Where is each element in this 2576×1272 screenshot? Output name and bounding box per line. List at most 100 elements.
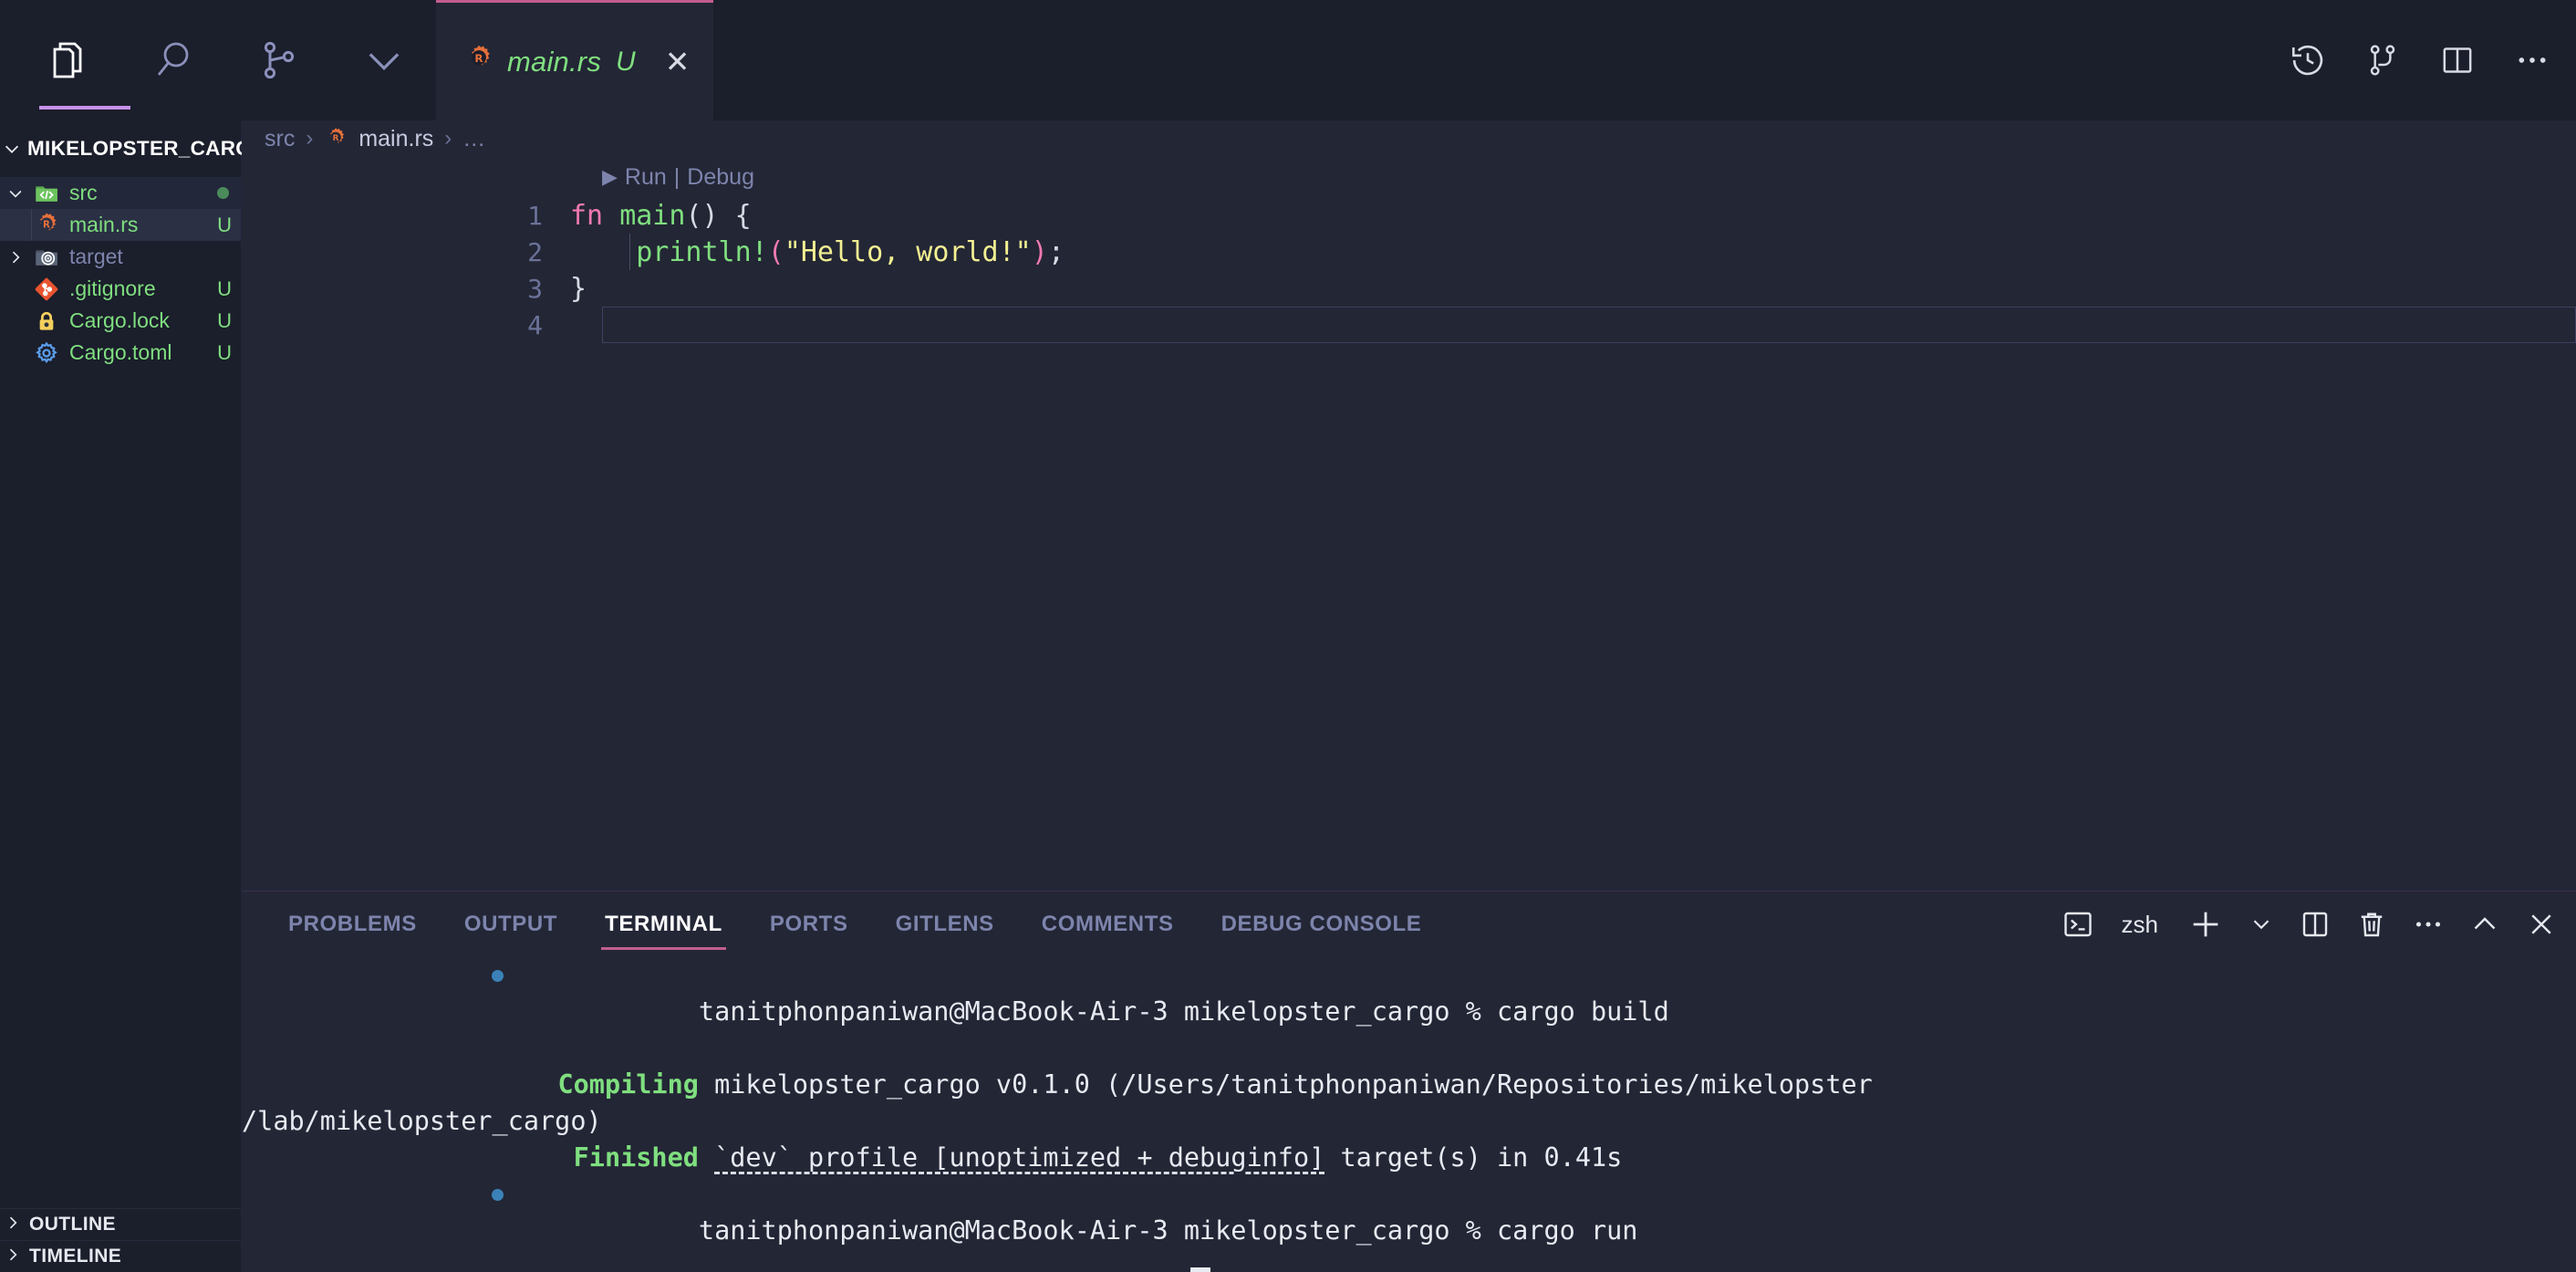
panel-tab-ports[interactable]: PORTS xyxy=(746,891,872,957)
breadcrumb-item-overflow[interactable]: … xyxy=(462,126,485,152)
terminal-icon[interactable] xyxy=(2062,908,2094,941)
editor-tab-dirty-badge: U xyxy=(616,46,636,77)
panel-tab-terminal[interactable]: TERMINAL xyxy=(581,891,746,957)
tree-item-label: Cargo.lock xyxy=(69,308,170,332)
panel-tab-output[interactable]: OUTPUT xyxy=(441,891,581,957)
panel-toolbar: zsh xyxy=(2062,906,2576,943)
bottom-panel: PROBLEMS OUTPUT TERMINAL PORTS GITLENS C… xyxy=(242,891,2576,1272)
terminal-shell-name: zsh xyxy=(2121,910,2158,938)
split-editor-icon[interactable] xyxy=(2436,38,2479,82)
terminal-output[interactable]: tanitphonpaniwan@MacBook-Air-3 mikelopst… xyxy=(242,957,2576,1272)
command-marker-icon xyxy=(492,970,504,982)
sidebar-sections: OUTLINE TIMELINE xyxy=(0,1208,241,1272)
trash-icon[interactable] xyxy=(2355,908,2388,941)
terminal-text: mikelopster_cargo v0.1.0 (/Users/tanitph… xyxy=(698,1069,1873,1100)
svg-text:R: R xyxy=(333,134,339,143)
activity-item-source-control[interactable] xyxy=(226,0,331,120)
command-marker-icon xyxy=(492,1189,504,1201)
timeline-history-icon[interactable] xyxy=(2286,38,2330,82)
tree-item-src[interactable]: src xyxy=(0,177,241,209)
workbench-body: MIKELOPSTER_CARGO src R main.rs U target… xyxy=(0,120,2576,1272)
panel-tab-gitlens[interactable]: GITLENS xyxy=(872,891,1018,957)
rust-icon: R xyxy=(463,44,494,79)
editor-tab-main-rs[interactable]: R main.rs U ✕ xyxy=(436,0,714,120)
code-lines[interactable]: 1 fn main() { 2 println!("Hello, world!"… xyxy=(242,197,2576,343)
sidebar-section-label: TIMELINE xyxy=(29,1246,122,1267)
panel-tab-debug-console[interactable]: DEBUG CONSOLE xyxy=(1198,891,1446,957)
tree-item-status: U xyxy=(217,308,232,332)
svg-text:R: R xyxy=(43,219,50,230)
editor-tab-label: main.rs xyxy=(507,45,602,78)
source-control-graph-icon[interactable] xyxy=(2361,38,2405,82)
terminal-text: /lab/mikelopster_cargo) xyxy=(242,1106,602,1136)
top-row: R main.rs U ✕ xyxy=(0,0,2576,120)
terminal-profile: `dev` profile [unoptimized + debuginfo] xyxy=(714,1142,1325,1173)
terminal-status: Compiling xyxy=(557,1069,699,1100)
terminal-line: tanitphonpaniwan@MacBook-Air-3 mikelopst… xyxy=(492,957,2576,1067)
tree-item-label: .gitignore xyxy=(69,276,156,300)
tree-item-gitignore[interactable]: .gitignore U xyxy=(0,273,241,305)
code-text: } xyxy=(570,272,587,305)
code-line-current[interactable]: 4 xyxy=(242,307,2576,343)
terminal-line: /lab/mikelopster_cargo) xyxy=(242,1103,2576,1140)
line-number: 3 xyxy=(527,273,543,304)
chevron-down-icon[interactable] xyxy=(2248,911,2275,938)
folder-src-icon xyxy=(31,181,62,206)
chevron-down-icon[interactable] xyxy=(0,184,31,203)
tree-item-label: src xyxy=(69,181,98,204)
code-text: println!("Hello, world!"); xyxy=(636,235,1065,268)
activity-item-search[interactable] xyxy=(121,0,226,120)
terminal-line: Finished `dev` profile [unoptimized + de… xyxy=(511,1140,2576,1176)
code-line[interactable]: 1 fn main() { xyxy=(242,197,2576,234)
tree-item-cargo-toml[interactable]: Cargo.toml U xyxy=(0,337,241,369)
tree-item-status: U xyxy=(217,213,232,236)
panel-tab-problems[interactable]: PROBLEMS xyxy=(265,891,441,957)
tree-item-target[interactable]: target xyxy=(0,241,241,273)
new-terminal-icon[interactable] xyxy=(2187,906,2224,943)
sidebar-section-label: OUTLINE xyxy=(29,1214,116,1235)
close-icon[interactable]: ✕ xyxy=(665,47,691,77)
vscode-window: R main.rs U ✕ MIKELOPSTER_CARGO src R ma… xyxy=(0,0,2576,1272)
explorer-sidebar: MIKELOPSTER_CARGO src R main.rs U target… xyxy=(0,120,268,1272)
tree-item-label: target xyxy=(69,245,123,268)
more-actions-icon[interactable] xyxy=(2510,38,2554,82)
explorer-folder-header[interactable]: MIKELOPSTER_CARGO xyxy=(0,120,268,177)
codelens-divider: | xyxy=(673,163,680,190)
activity-item-explorer[interactable] xyxy=(16,0,130,120)
activity-item-more-views[interactable] xyxy=(331,0,436,120)
git-status-dot xyxy=(217,187,229,199)
panel-tab-comments[interactable]: COMMENTS xyxy=(1018,891,1198,957)
terminal-text: tanitphonpaniwan@MacBook-Air-3 mikelopst… xyxy=(698,1215,1638,1246)
sidebar-section-outline[interactable]: OUTLINE xyxy=(0,1208,241,1240)
tree-item-cargo-lock[interactable]: Cargo.lock U xyxy=(0,305,241,337)
codelens-run-link[interactable]: Run xyxy=(625,164,667,191)
indent-guide xyxy=(31,209,32,241)
chevron-up-icon[interactable] xyxy=(2468,908,2501,941)
tree-item-status: U xyxy=(217,276,232,300)
play-icon[interactable]: ▶ xyxy=(602,165,618,189)
terminal-text: target(s) in 0.41s xyxy=(1324,1142,1623,1173)
more-actions-icon[interactable] xyxy=(2412,908,2445,941)
close-icon[interactable] xyxy=(2525,908,2558,941)
breadcrumb: src › R main.rs › … xyxy=(242,120,2576,157)
chevron-right-icon xyxy=(4,1246,22,1268)
chevron-down-icon xyxy=(2,139,22,159)
chevron-right-icon: › xyxy=(444,126,452,151)
tree-item-main-rs[interactable]: R main.rs U xyxy=(0,209,241,241)
rust-icon: R xyxy=(31,212,62,239)
chevron-right-icon xyxy=(4,1214,22,1236)
split-terminal-icon[interactable] xyxy=(2299,908,2332,941)
code-editor[interactable]: src › R main.rs › … ▶ Run | Debug 1 fn m… xyxy=(242,120,2576,891)
line-number: 2 xyxy=(527,236,543,267)
sidebar-section-timeline[interactable]: TIMELINE xyxy=(0,1240,241,1272)
breadcrumb-item-src[interactable]: src xyxy=(265,126,295,152)
breadcrumb-item-main-rs[interactable]: main.rs xyxy=(358,126,433,152)
chevron-right-icon[interactable] xyxy=(0,248,31,266)
terminal-text: tanitphonpaniwan@MacBook-Air-3 mikelopst… xyxy=(698,996,1669,1027)
git-icon xyxy=(31,276,62,303)
code-line[interactable]: 2 println!("Hello, world!"); xyxy=(242,234,2576,270)
codelens-debug-link[interactable]: Debug xyxy=(687,164,754,191)
line-number: 1 xyxy=(527,200,543,231)
code-line[interactable]: 3 } xyxy=(242,270,2576,307)
terminal-line: tanitphonpaniwan@MacBook-Air-3 mikelopst… xyxy=(492,1176,2576,1272)
